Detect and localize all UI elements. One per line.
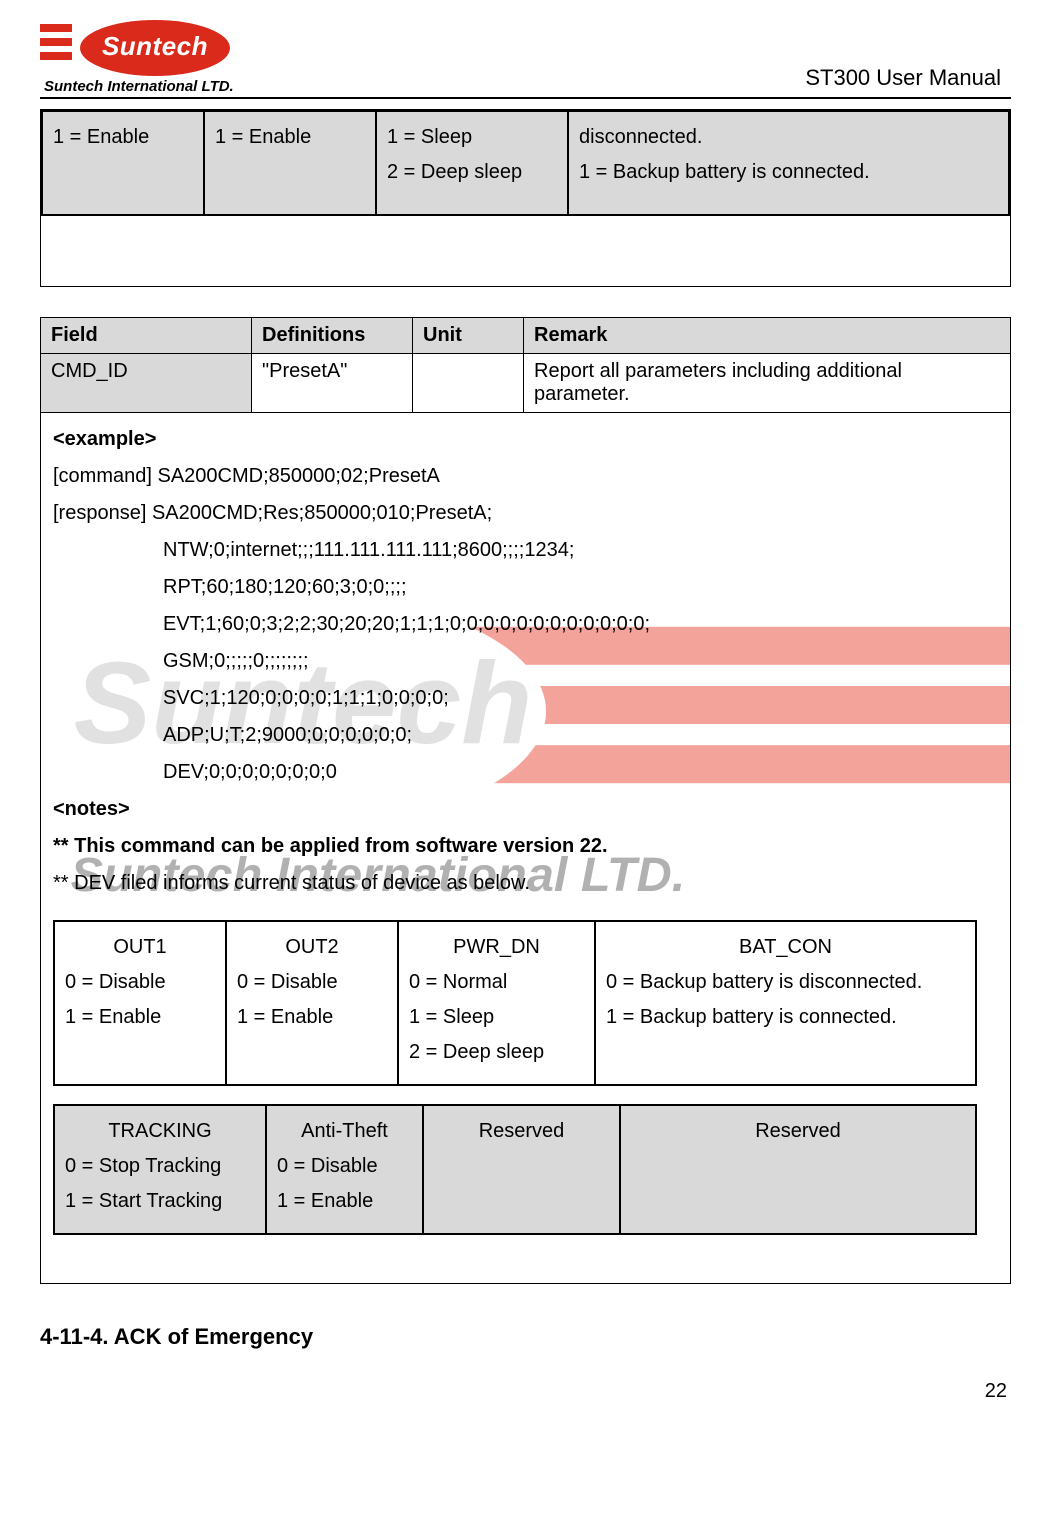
text: 1 = Enable: [215, 126, 311, 148]
resp-line: GSM;0;;;;;0;;;;;;;;: [53, 643, 998, 680]
title: TRACKING: [65, 1114, 255, 1149]
cell-out2: OUT2 0 = Disable 1 = Enable: [227, 922, 399, 1084]
text: 1 = Backup battery is connected.: [579, 161, 870, 183]
example-response: [response] SA200CMD;Res;850000;010;Prese…: [53, 502, 492, 524]
line: 0 = Normal: [409, 971, 507, 993]
document-title: ST300 User Manual: [805, 65, 1011, 95]
line: 0 = Disable: [237, 971, 338, 993]
top-status-box: 1 = Enable 1 = Enable 1 = Sleep 2 = Deep…: [40, 109, 1011, 287]
parameter-table: Field Definitions Unit Remark CMD_ID "Pr…: [40, 317, 1011, 1284]
status-cell-out1: 1 = Enable: [43, 112, 205, 214]
col-remark: Remark: [524, 318, 1011, 354]
cell-out1: OUT1 0 = Disable 1 = Enable: [55, 922, 227, 1084]
note-2: ** DEV filed informs current status of d…: [53, 872, 530, 894]
resp-line: NTW;0;internet;;;111.111.111.111;8600;;;…: [53, 532, 998, 569]
resp-line: DEV;0;0;0;0;0;0;0;0: [53, 754, 998, 791]
brand-name: Suntech: [80, 31, 230, 62]
notes-title: <notes>: [53, 798, 130, 820]
status-cell-out2: 1 = Enable: [205, 112, 377, 214]
note-1: ** This command can be applied from soft…: [53, 835, 608, 857]
line: 1 = Enable: [65, 1006, 161, 1028]
title: OUT2: [237, 930, 387, 965]
resp-line: RPT;60;180;120;60;3;0;0;;;;: [53, 569, 998, 606]
status-cell-pwr: 1 = Sleep 2 = Deep sleep: [377, 112, 569, 214]
cell-unit: [413, 354, 524, 413]
brand-logo: Suntech Suntech International LTD.: [40, 20, 234, 95]
example-title: <example>: [53, 428, 156, 450]
stripes-icon: [40, 20, 72, 76]
line: 1 = Enable: [277, 1190, 373, 1212]
line: 2 = Deep sleep: [409, 1041, 544, 1063]
cell-pwrdn: PWR_DN 0 = Normal 1 = Sleep 2 = Deep sle…: [399, 922, 596, 1084]
page-number: 22: [40, 1380, 1011, 1403]
title: BAT_CON: [606, 930, 965, 965]
title: Reserved: [631, 1114, 965, 1149]
title: OUT1: [65, 930, 215, 965]
cell-preseta: "PresetA": [252, 354, 413, 413]
resp-line: EVT;1;60;0;3;2;2;30;20;20;1;1;1;0;0;0;0;…: [53, 606, 998, 643]
line: 0 = Disable: [277, 1155, 378, 1177]
title: Reserved: [434, 1114, 609, 1149]
section-heading: 4-11-4. ACK of Emergency: [40, 1324, 1011, 1350]
dev-status-grid-2: TRACKING 0 = Stop Tracking 1 = Start Tra…: [53, 1104, 977, 1235]
line: 0 = Disable: [65, 971, 166, 993]
brand-subtitle: Suntech International LTD.: [44, 78, 234, 95]
resp-line: ADP;U;T;2;9000;0;0;0;0;0;0;: [53, 717, 998, 754]
text: 2 = Deep sleep: [387, 161, 522, 183]
line: 0 = Stop Tracking: [65, 1155, 221, 1177]
cell-remark: Report all parameters including addition…: [524, 354, 1011, 413]
text: 1 = Enable: [53, 126, 149, 148]
col-unit: Unit: [413, 318, 524, 354]
example-command: [command] SA200CMD;850000;02;PresetA: [53, 465, 440, 487]
line: 0 = Backup battery is disconnected.: [606, 965, 965, 1000]
cell-reserved-1: Reserved: [424, 1106, 621, 1233]
status-cell-bat: disconnected. 1 = Backup battery is conn…: [569, 112, 1008, 214]
line: 1 = Backup battery is connected.: [606, 1006, 897, 1028]
example-cell: <example> [command] SA200CMD;850000;02;P…: [41, 413, 1011, 1284]
line: 1 = Start Tracking: [65, 1190, 222, 1212]
page-header: Suntech Suntech International LTD. ST300…: [40, 20, 1011, 99]
title: PWR_DN: [409, 930, 584, 965]
dev-status-grid-1: OUT1 0 = Disable 1 = Enable OUT2 0 = Dis…: [53, 920, 977, 1086]
cell-antitheft: Anti-Theft 0 = Disable 1 = Enable: [267, 1106, 424, 1233]
text: 1 = Sleep: [387, 126, 472, 148]
cell-batcon: BAT_CON 0 = Backup battery is disconnect…: [596, 922, 975, 1084]
line: 1 = Enable: [237, 1006, 333, 1028]
col-field: Field: [41, 318, 252, 354]
resp-line: SVC;1;120;0;0;0;0;1;1;1;0;0;0;0;: [53, 680, 998, 717]
cell-cmd-id: CMD_ID: [41, 354, 252, 413]
text: disconnected.: [579, 126, 702, 148]
cell-reserved-2: Reserved: [621, 1106, 975, 1233]
col-definitions: Definitions: [252, 318, 413, 354]
cell-tracking: TRACKING 0 = Stop Tracking 1 = Start Tra…: [55, 1106, 267, 1233]
title: Anti-Theft: [277, 1114, 412, 1149]
line: 1 = Sleep: [409, 1006, 494, 1028]
